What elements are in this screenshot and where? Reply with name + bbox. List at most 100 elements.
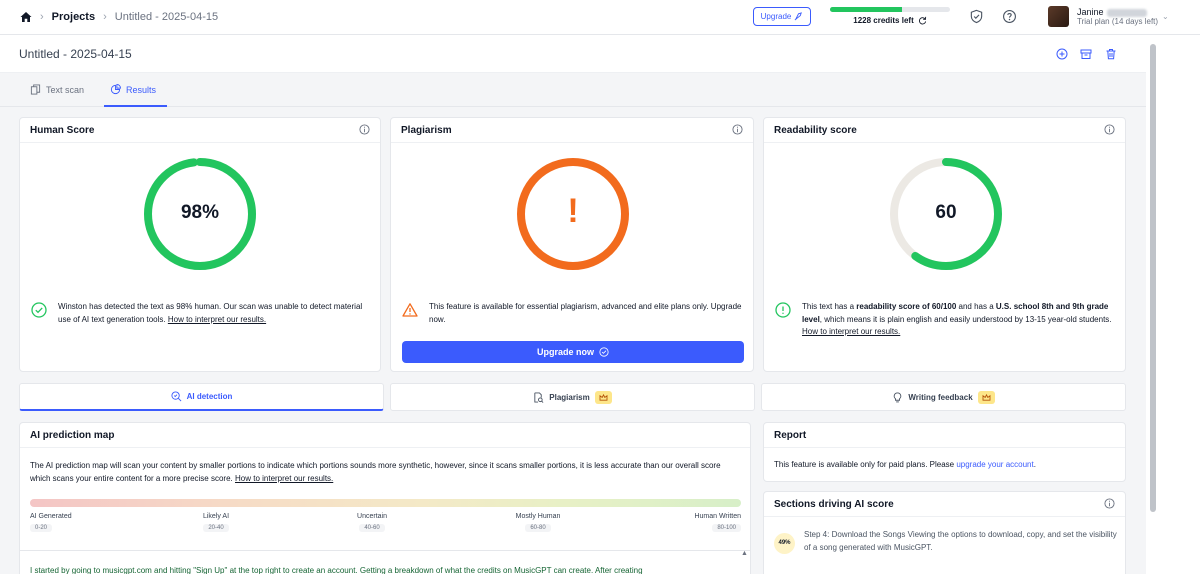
scroll-up-icon[interactable]: ▲ xyxy=(741,550,748,557)
human-score-value: 98% xyxy=(180,202,220,223)
archive-icon[interactable] xyxy=(1080,48,1092,60)
readability-title: Readability score xyxy=(774,125,857,136)
readability-note: This text has a readability score of 60/… xyxy=(775,301,1115,339)
crown-icon xyxy=(594,390,612,404)
info-icon[interactable] xyxy=(732,124,743,135)
plagiarism-alert-symbol: ! xyxy=(567,192,579,230)
document-search-icon xyxy=(534,391,544,403)
tab-text-scan[interactable]: Text scan xyxy=(30,84,84,95)
avatar xyxy=(1048,6,1069,27)
add-icon[interactable] xyxy=(1056,48,1068,60)
ai-prediction-map-title: AI prediction map xyxy=(20,423,750,448)
human-score-card: Human Score 98% Winston has detected the… xyxy=(19,117,381,372)
tab-text-scan-label: Text scan xyxy=(46,84,85,95)
interpret-results-link[interactable]: How to interpret our results. xyxy=(168,315,266,324)
shield-check-icon[interactable] xyxy=(969,9,984,24)
scale-range: 60-80 xyxy=(525,524,551,532)
scale-label: Mostly Human xyxy=(515,513,561,520)
tab-results-label: Results xyxy=(126,84,157,95)
tab-ai-detection-label: AI detection xyxy=(186,392,233,401)
breadcrumb-projects[interactable]: Projects xyxy=(52,11,95,23)
tab-ai-detection[interactable]: AI detection xyxy=(19,383,384,411)
readability-note-c: and has a xyxy=(956,302,996,311)
document-title[interactable]: Untitled - 2025-04-15 xyxy=(19,47,132,61)
check-circle-icon xyxy=(31,302,47,318)
scale-label: Likely AI xyxy=(202,513,230,520)
scrollbar-thumb[interactable] xyxy=(1150,44,1156,512)
ai-scale-gradient xyxy=(30,499,741,507)
warning-icon xyxy=(402,303,418,317)
sections-driving-score-card: Sections driving AI score 49% Step 4: Do… xyxy=(763,491,1126,574)
credits-meter: 1228 credits left xyxy=(830,7,950,25)
scale-likely-ai: Likely AI 20-40 xyxy=(196,513,236,532)
scale-ai-generated: AI Generated 0-20 xyxy=(30,513,72,532)
redacted-surname xyxy=(1106,8,1147,17)
active-tab-indicator xyxy=(104,105,167,107)
upgrade-now-button[interactable]: Upgrade now xyxy=(402,341,744,363)
document-header: Untitled - 2025-04-15 xyxy=(0,35,1146,73)
pie-chart-icon xyxy=(110,84,121,95)
readability-note-e: , which means it is plain english and ea… xyxy=(819,314,1112,324)
search-ai-icon xyxy=(171,391,182,402)
breadcrumb-document: Untitled - 2025-04-15 xyxy=(114,11,219,23)
tab-plagiarism[interactable]: Plagiarism xyxy=(390,383,755,411)
upgrade-button[interactable]: Upgrade xyxy=(753,7,811,26)
info-icon[interactable] xyxy=(1104,124,1115,135)
report-card: Report This feature is available only fo… xyxy=(763,422,1126,482)
credits-label: 1228 credits left xyxy=(853,16,914,25)
tab-writing-feedback-label: Writing feedback xyxy=(908,392,973,402)
scale-range: 40-60 xyxy=(359,524,385,532)
scale-mostly-human: Mostly Human 60-80 xyxy=(508,513,568,532)
section-item[interactable]: 49% Step 4: Download the Songs Viewing t… xyxy=(764,517,1125,572)
scale-label: Human Written xyxy=(694,513,741,520)
chevron-right-icon: › xyxy=(103,11,107,23)
scale-uncertain: Uncertain 40-60 xyxy=(347,513,397,532)
human-score-title: Human Score xyxy=(30,125,95,136)
interpret-results-link[interactable]: How to interpret our results. xyxy=(802,327,900,336)
breadcrumb: › Projects › Untitled - 2025-04-15 xyxy=(0,11,218,23)
scanned-text-preview[interactable]: I started by going to musicgpt.com and h… xyxy=(20,550,750,574)
upgrade-account-link[interactable]: upgrade your account xyxy=(956,460,1033,469)
home-icon[interactable] xyxy=(20,11,32,23)
crown-icon xyxy=(977,390,995,404)
tab-results[interactable]: Results xyxy=(110,84,156,95)
help-icon[interactable] xyxy=(1002,9,1017,24)
view-tabs: Text scan Results xyxy=(0,74,1146,107)
info-circle-icon xyxy=(775,302,791,318)
refresh-icon[interactable] xyxy=(918,16,927,25)
check-circle-icon xyxy=(599,347,609,357)
plagiarism-title: Plagiarism xyxy=(401,125,452,136)
tab-writing-feedback[interactable]: Writing feedback xyxy=(761,383,1126,411)
user-menu[interactable]: Janine Trial plan (14 days left) ⌄ xyxy=(1048,6,1169,27)
report-end: . xyxy=(1033,460,1036,469)
human-score-note: Winston has detected the text as 98% hum… xyxy=(31,301,371,326)
scale-label: Uncertain xyxy=(357,513,387,520)
page-scrollbar[interactable] xyxy=(1146,35,1160,574)
section-percent-badge: 49% xyxy=(774,533,795,554)
trash-icon[interactable] xyxy=(1105,48,1117,60)
scale-range: 0-20 xyxy=(30,524,53,532)
plagiarism-card: Plagiarism ! This feature is available f… xyxy=(390,117,754,372)
ai-prediction-description-text: The AI prediction map will scan your con… xyxy=(30,461,721,483)
chevron-right-icon: › xyxy=(40,11,44,23)
scale-label: AI Generated xyxy=(30,513,72,520)
info-icon[interactable] xyxy=(1104,498,1115,509)
interpret-results-link[interactable]: How to interpret our results. xyxy=(235,474,333,483)
credits-bar xyxy=(830,7,950,12)
scale-human-written: Human Written 80-100 xyxy=(681,513,741,532)
sections-title: Sections driving AI score xyxy=(774,499,894,510)
plagiarism-note: This feature is available for essential … xyxy=(402,301,742,326)
report-text: This feature is available only for paid … xyxy=(774,460,1036,469)
readability-value: 60 xyxy=(935,202,957,223)
upgrade-button-label: Upgrade xyxy=(760,12,792,21)
lightbulb-icon xyxy=(894,391,902,402)
scale-range: 20-40 xyxy=(203,524,229,532)
tab-plagiarism-label: Plagiarism xyxy=(549,392,590,402)
ai-prediction-map-card: AI prediction map The AI prediction map … xyxy=(19,422,751,574)
plagiarism-note-text: This feature is available for essential … xyxy=(429,302,742,324)
documents-icon xyxy=(30,84,41,95)
rocket-icon xyxy=(794,12,803,21)
readability-score-highlight: readability score of 60/100 xyxy=(856,302,957,311)
info-icon[interactable] xyxy=(359,124,370,135)
chevron-down-icon[interactable]: ⌄ xyxy=(1162,12,1169,21)
